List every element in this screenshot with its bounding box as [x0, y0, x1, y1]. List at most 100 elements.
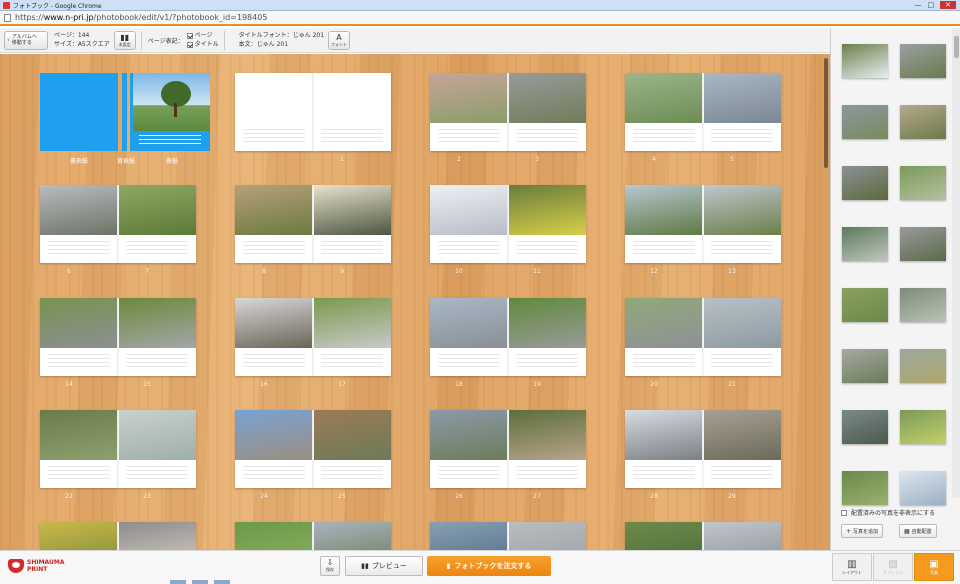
- photo-slot-right[interactable]: [508, 298, 586, 348]
- text-area-right[interactable]: [126, 354, 188, 372]
- spread-card[interactable]: [430, 298, 586, 376]
- scrollbar-thumb[interactable]: [824, 58, 828, 168]
- photo-slot-right[interactable]: [313, 185, 391, 235]
- photo-slot-left[interactable]: [235, 298, 313, 348]
- text-area-left[interactable]: [243, 241, 305, 259]
- text-area-left[interactable]: [633, 354, 695, 372]
- spread-card[interactable]: [430, 185, 586, 263]
- text-area-right[interactable]: [516, 354, 578, 372]
- hide-placed-option[interactable]: 配置済みの写真を非表示にする: [841, 508, 935, 517]
- text-area-left[interactable]: [48, 466, 110, 484]
- spread-card[interactable]: [235, 522, 391, 550]
- photo-slot-left[interactable]: [430, 410, 508, 460]
- photo-thumbnail[interactable]: [900, 105, 946, 139]
- text-area-left[interactable]: [48, 241, 110, 259]
- photo-slot-right[interactable]: [118, 522, 196, 550]
- photo-slot-right[interactable]: [508, 185, 586, 235]
- save-button[interactable]: ⇩ 保存: [320, 556, 340, 576]
- back-to-album-button[interactable]: ‹ アルバムへ 移動する: [4, 30, 48, 50]
- photo-thumbnail[interactable]: [842, 227, 888, 261]
- close-button[interactable]: ✕: [940, 1, 956, 9]
- text-area-right[interactable]: [516, 129, 578, 147]
- spread-card[interactable]: [40, 410, 196, 488]
- photo-thumbnail[interactable]: [842, 44, 888, 78]
- photo-thumbnail[interactable]: [900, 166, 946, 200]
- spread-card[interactable]: [625, 298, 781, 376]
- spread-card[interactable]: [235, 298, 391, 376]
- hide-placed-checkbox[interactable]: [841, 509, 847, 516]
- photo-slot-left[interactable]: [235, 522, 313, 550]
- photo-slot-right[interactable]: [118, 185, 196, 235]
- page-number-checkbox[interactable]: ページ: [186, 31, 219, 40]
- spread-card[interactable]: [430, 410, 586, 488]
- photo-slot-right[interactable]: [508, 73, 586, 123]
- text-area-right[interactable]: [321, 466, 383, 484]
- text-area-right[interactable]: [711, 466, 773, 484]
- photo-slot-left[interactable]: [40, 298, 118, 348]
- shimauma-logo[interactable]: SHIMAUMA PRINT: [8, 559, 65, 573]
- book-settings-button[interactable]: ▮▮ 本設定: [113, 30, 136, 50]
- photo-thumbnail[interactable]: [842, 288, 888, 322]
- text-area-left[interactable]: [633, 466, 695, 484]
- text-area-left[interactable]: [438, 466, 500, 484]
- spread-card[interactable]: [625, 73, 781, 151]
- photo-thumbnail[interactable]: [842, 349, 888, 383]
- panel-scrollbar-thumb[interactable]: [954, 36, 959, 58]
- maximize-button[interactable]: □: [928, 1, 935, 9]
- spread-card[interactable]: [625, 522, 781, 550]
- text-area-right[interactable]: [126, 466, 188, 484]
- spread-card[interactable]: [40, 522, 196, 550]
- text-area-left[interactable]: [438, 241, 500, 259]
- minimize-button[interactable]: —: [915, 1, 922, 9]
- photo-slot-left[interactable]: [430, 73, 508, 123]
- back-cover[interactable]: [40, 73, 118, 151]
- text-area-right[interactable]: [321, 129, 383, 147]
- text-area-right[interactable]: [321, 241, 383, 259]
- panel-scrollbar[interactable]: [952, 28, 960, 498]
- text-area-right[interactable]: [516, 241, 578, 259]
- spread-card[interactable]: [235, 410, 391, 488]
- photo-slot-left[interactable]: [235, 410, 313, 460]
- spread-card[interactable]: [625, 410, 781, 488]
- text-area-right[interactable]: [516, 466, 578, 484]
- spread-card[interactable]: [40, 185, 196, 263]
- text-area-left[interactable]: [438, 129, 500, 147]
- photo-thumbnail[interactable]: [900, 288, 946, 322]
- photo-thumbnail[interactable]: [842, 105, 888, 139]
- photo-slot-left[interactable]: [625, 410, 703, 460]
- layout-mode-button[interactable]: ▥ レイアウト: [832, 553, 872, 581]
- order-photobook-button[interactable]: ▮ フォトブックを注文する: [427, 556, 551, 576]
- preview-button[interactable]: ▮▮ プレビュー: [345, 556, 423, 576]
- photo-slot-left[interactable]: [430, 185, 508, 235]
- photo-slot-right[interactable]: [703, 73, 781, 123]
- text-area-left[interactable]: [633, 129, 695, 147]
- photo-slot-left[interactable]: [625, 522, 703, 550]
- photo-thumbnail[interactable]: [900, 471, 946, 505]
- title-checkbox[interactable]: タイトル: [186, 40, 219, 49]
- spread-card[interactable]: [625, 185, 781, 263]
- photo-slot-left[interactable]: [40, 185, 118, 235]
- cover-spread[interactable]: [40, 73, 210, 151]
- photo-slot-right[interactable]: [508, 522, 586, 550]
- text-area-left[interactable]: [633, 241, 695, 259]
- text-area-left[interactable]: [243, 466, 305, 484]
- spread-card[interactable]: [235, 73, 391, 151]
- photo-slot-left[interactable]: [235, 185, 313, 235]
- add-photo-button[interactable]: + 写真を追加: [841, 524, 884, 538]
- photo-slot-left[interactable]: [625, 298, 703, 348]
- photo-slot-left[interactable]: [40, 522, 118, 550]
- photo-thumbnail[interactable]: [900, 410, 946, 444]
- text-area-right[interactable]: [321, 354, 383, 372]
- spine[interactable]: [122, 73, 127, 151]
- photo-thumbnail[interactable]: [900, 44, 946, 78]
- photo-slot-right[interactable]: [508, 410, 586, 460]
- option-mode-button[interactable]: ▧ オプション: [873, 553, 913, 581]
- photo-slot-right[interactable]: [703, 298, 781, 348]
- text-area-left[interactable]: [48, 354, 110, 372]
- text-area-right[interactable]: [711, 354, 773, 372]
- photo-slot-right[interactable]: [118, 410, 196, 460]
- photo-slot-right[interactable]: [118, 298, 196, 348]
- text-area-left[interactable]: [243, 354, 305, 372]
- front-cover[interactable]: [133, 73, 210, 151]
- auto-place-button[interactable]: ▦ 自動配置: [899, 524, 937, 538]
